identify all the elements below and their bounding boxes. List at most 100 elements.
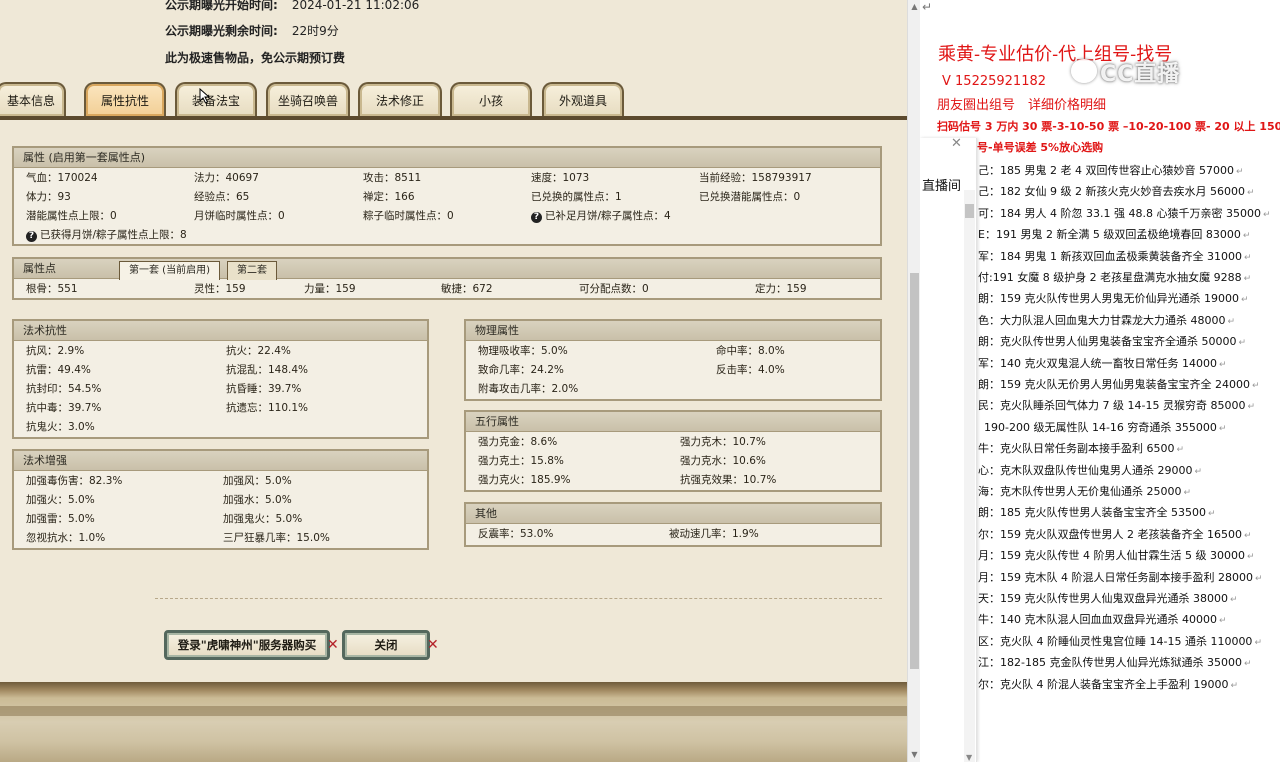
listing-item: 月：159 克火队传世 4 阶男人仙甘霖生活 5 级 30000 ↵ <box>978 549 1255 563</box>
notice-remain-label: 公示期曝光剩余时间: <box>165 24 278 38</box>
paragraph-mark-icon: ↵ <box>1229 595 1238 605</box>
bottom-decoration <box>0 682 907 762</box>
listing-item: 己：182 女仙 9 级 2 新孩火克火妙音去疾水月 56000 ↵ <box>978 185 1255 199</box>
tab-basic-info[interactable]: 基本信息 <box>0 82 66 116</box>
paragraph-mark-icon: ↵ <box>1242 231 1251 242</box>
close-icon[interactable]: ✕ <box>951 136 962 151</box>
paragraph-mark-icon: ↵ <box>1238 338 1247 349</box>
paragraph-mark-icon: ↵ <box>1243 659 1252 670</box>
paragraph-mark-icon: ↵ <box>1194 466 1203 477</box>
listing-item: 朗：159 克火队无价男人男仙男鬼装备宝宝齐全 24000 ↵ <box>978 378 1260 391</box>
listing-item: 190-200 级无属性队 14-16 穷奇通杀 355000 ↵ <box>984 420 1227 434</box>
tab-bar-divider <box>0 116 907 120</box>
paragraph-mark-icon: ↵ <box>1218 616 1227 627</box>
points-panel-title: 属性点 <box>23 262 56 275</box>
attr-row: 潜能属性点上限：0 月饼临时属性点：0 粽子临时属性点：0 ? 已补足月饼/粽子属… <box>26 210 671 223</box>
listing-item: 尔：克火队 4 阶混人装备宝宝齐全上手盈利 19000 ↵ <box>978 677 1239 691</box>
live-room-sidebar: ✕ 直播间 ▼ <box>920 136 977 762</box>
tab-child[interactable]: 小孩 <box>450 82 532 116</box>
paragraph-mark-icon: ↵ <box>1235 167 1244 177</box>
resist-panel-title: 法术抗性 <box>14 321 427 341</box>
scroll-down-icon[interactable]: ▼ <box>910 750 919 760</box>
points-row: 根骨：551 灵性：159 力量：159 敏捷：672 可分配点数：0 定力：1… <box>26 283 807 295</box>
other-panel: 其他 反震率：53.0% 被动速几率：1.9% <box>464 502 882 547</box>
listing-item: 朗：159 克火队传世男人男鬼无价仙异光通杀 19000 ↵ <box>978 292 1249 306</box>
game-scrollbar[interactable]: ▲ ▼ <box>907 0 920 762</box>
doc-price-line: 扫码估号 3 万内 30 票-3-10-50 票 –10-20-100 票- 2… <box>937 120 1280 133</box>
paragraph-mark-icon: ↵ <box>922 0 933 14</box>
five-element-panel: 五行属性 强力克金：8.6% 强力克木：10.7% 强力克土：15.8% 强力克水：… <box>464 410 882 492</box>
paragraph-mark-icon: ↵ <box>1207 509 1216 520</box>
physical-panel: 物理属性 物理吸收率：5.0% 命中率：8.0% 致命几率：24.2% 反击率：4.… <box>464 319 882 401</box>
scrollbar-thumb[interactable] <box>910 273 919 669</box>
listing-item: E：191 男鬼 2 新全满 5 级双回孟极绝境春回 83000 ↵ <box>978 228 1251 242</box>
paragraph-mark-icon: ↵ <box>1254 637 1262 648</box>
tab-equipment[interactable]: 装备法宝 <box>175 82 257 116</box>
attr-row: 气血：170024 法力：40697 攻击：8511 速度：1073 当前经验：… <box>26 172 812 184</box>
paragraph-mark-icon: ↵ <box>1243 274 1252 284</box>
listing-item: 尔：159 克火队双盘传世男人 2 老孩装备齐全 16500 ↵ <box>978 527 1252 541</box>
close-button[interactable]: 关闭 <box>342 630 430 660</box>
paragraph-mark-icon: ↵ <box>1243 252 1252 263</box>
tab-mount-pet[interactable]: 坐骑召唤兽 <box>266 82 350 116</box>
listing-item: 牛：克火队日常任务副本接手盈利 6500 ↵ <box>978 442 1185 456</box>
live-logo-icon <box>1071 59 1097 83</box>
paragraph-mark-icon: ↵ <box>1230 680 1239 691</box>
listing-item: 牛：140 克木队混人回血血双盘异光通杀 40000 ↵ <box>978 613 1227 627</box>
boost-panel: 法术增强 加强毒伤害：82.3% 加强风：5.0% 加强火：5.0% 加强水：5.0… <box>12 449 429 550</box>
listing-item: 色：大力队混人回血鬼大力甘霖龙大力通杀 48000 ↵ <box>978 313 1236 327</box>
attr-panel-title: 属性 (启用第一套属性点) <box>14 148 880 168</box>
paragraph-mark-icon: ↵ <box>1262 209 1271 220</box>
doc-price-line-2: 号-单号误差 5%放心选购 <box>977 141 1104 154</box>
tab-spell-mod[interactable]: 法术修正 <box>358 82 442 116</box>
listing-item: 区：克火队 4 阶睡仙灵性鬼宫位睡 14-15 通杀 110000 ↵ <box>978 634 1262 648</box>
paragraph-mark-icon: ↵ <box>1227 316 1236 327</box>
dashed-divider <box>155 598 882 599</box>
game-window: 公示期曝光开始时间: 2024-01-21 11:02:06 公示期曝光剩余时间:… <box>0 0 907 762</box>
tab-appearance[interactable]: 外观道具 <box>542 82 624 116</box>
attr-panel: 属性 (启用第一套属性点) 气血：170024 法力：40697 攻击：8511… <box>12 146 882 246</box>
paragraph-mark-icon: ↵ <box>1243 530 1252 541</box>
paragraph-mark-icon: ↵ <box>1176 445 1185 456</box>
notice-start-value: 2024-01-21 11:02:06 <box>291 0 420 12</box>
notice-start-label: 公示期曝光开始时间: <box>165 0 278 12</box>
listing-item: 军：140 克火双鬼混人统一畜牧日常任务 14000 ↵ <box>978 356 1227 370</box>
paragraph-mark-icon: ↵ <box>1247 402 1255 413</box>
listing-item: 朗：克火队传世男人仙男鬼装备宝宝齐全通杀 50000 ↵ <box>978 335 1247 349</box>
paragraph-mark-icon: ↵ <box>1254 573 1263 584</box>
listing-item: 海：克木队传世男人无价鬼仙通杀 25000 ↵ <box>978 485 1192 498</box>
watermark: CC直播 <box>1100 62 1181 87</box>
scrollbar-thumb[interactable] <box>965 204 974 218</box>
paragraph-mark-icon: ↵ <box>1246 188 1255 199</box>
listing-item: 己：185 男鬼 2 老 4 双回传世容止心猿妙音 57000 ↵ <box>978 164 1244 177</box>
boost-panel-title: 法术增强 <box>14 451 427 471</box>
paragraph-mark-icon: ↵ <box>1246 552 1255 563</box>
notice-remain: 公示期曝光剩余时间: 22时9分 <box>165 22 339 39</box>
attr-row: ? 已获得月饼/粽子属性点上限：8 <box>14 225 880 244</box>
paragraph-mark-icon: ↵ <box>1218 423 1227 434</box>
tab-attr-resist[interactable]: 属性抗性 <box>84 82 166 116</box>
doc-subtitle: 朋友圈出组号 详细价格明细 <box>937 98 1107 113</box>
sidebar-scrollbar[interactable]: ▼ <box>964 190 975 762</box>
live-room-label: 直播间 <box>922 179 962 194</box>
scroll-up-icon[interactable]: ▲ <box>910 2 919 12</box>
document-pane: ↵ 乘黄-专业估价-代上组号-找号 V 15225921182 CC直播 朋友圈… <box>920 0 1280 762</box>
subtab-set-two[interactable]: 第二套 <box>227 261 277 280</box>
login-buy-button[interactable]: 登录"虎啸神州"服务器购买 <box>164 630 330 660</box>
other-panel-title: 其他 <box>466 504 880 524</box>
paragraph-mark-icon: ↵ <box>1251 381 1260 391</box>
scroll-down-icon[interactable]: ▼ <box>966 753 972 762</box>
listing-item: 军：184 男鬼 1 新孩双回血孟极乘黄装备齐全 31000 ↵ <box>978 249 1252 263</box>
five-element-panel-title: 五行属性 <box>466 412 880 432</box>
paragraph-mark-icon: ↵ <box>1218 359 1227 370</box>
listing-item: 月：159 克木队 4 阶混人日常任务副本接手盈利 28000 ↵ <box>978 570 1263 584</box>
help-icon[interactable]: ? <box>531 212 542 223</box>
listing-item: 天：159 克火队传世男人仙鬼双盘异光通杀 38000 ↵ <box>978 592 1238 605</box>
subtab-set-one[interactable]: 第一套 (当前启用) <box>119 261 220 280</box>
help-icon[interactable]: ? <box>26 231 37 242</box>
listing-item: 付:191 女魔 8 级护身 2 老孩星盘满克水抽女魔 9288 ↵ <box>978 271 1252 284</box>
listing-item: 可：184 男人 4 阶忽 33.1 强 48.8 心猿千万亲密 35000 ↵ <box>978 206 1271 220</box>
notice-start: 公示期曝光开始时间: 2024-01-21 11:02:06 <box>165 0 419 13</box>
paragraph-mark-icon: ↵ <box>1240 295 1249 306</box>
close-x-icon: ✕ <box>327 637 339 653</box>
